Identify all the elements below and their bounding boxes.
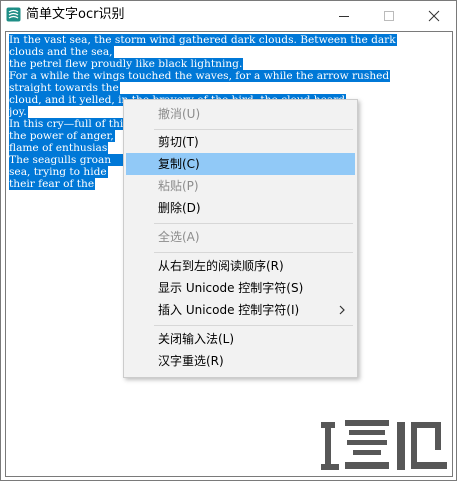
text-line: straight towards the [9, 82, 441, 94]
close-icon [428, 10, 439, 21]
selected-text: their fear of the [9, 178, 96, 190]
menu-item-label: 插入 Unicode 控制字符(I) [158, 303, 300, 317]
menu-item-close-ime[interactable]: 关闭输入法(L) [126, 328, 355, 350]
text-line: For a while the wings touched the waves,… [9, 70, 441, 82]
title-bar[interactable]: 简单文字ocr识别 [1, 1, 456, 30]
site-watermark-logo-icon [321, 420, 447, 470]
menu-item-label: 汉字重选(R) [158, 354, 224, 368]
chevron-right-icon [339, 305, 345, 315]
menu-item-insert-unicode-control[interactable]: 插入 Unicode 控制字符(I) [126, 299, 355, 321]
menu-item-label: 全选(A) [158, 230, 200, 244]
close-button[interactable] [411, 1, 456, 30]
menu-item-rtl-reading-order[interactable]: 从右到左的阅读顺序(R) [126, 255, 355, 277]
selected-text: sea, trying to hide [9, 166, 108, 178]
selected-text: clouds and the sea, [9, 46, 114, 58]
selected-text: In the vast sea, the storm wind gathered… [9, 34, 397, 46]
window-title: 简单文字ocr识别 [26, 7, 125, 22]
maximize-icon [383, 10, 394, 21]
app-logo-icon [6, 7, 21, 22]
menu-item-copy[interactable]: 复制(C) [126, 153, 355, 175]
menu-separator [154, 252, 353, 253]
menu-item-label: 粘贴(P) [158, 179, 199, 193]
selected-text: the power of anger, [9, 130, 115, 142]
menu-separator [154, 223, 353, 224]
text-line: clouds and the sea, [9, 46, 441, 58]
menu-item-label: 显示 Unicode 控制字符(S) [158, 281, 304, 295]
minimize-button[interactable] [321, 1, 366, 30]
menu-item-label: 从右到左的阅读顺序(R) [158, 259, 284, 273]
selected-text: the petrel flew proudly like black light… [9, 58, 244, 70]
selected-text: straight towards the [9, 82, 120, 94]
menu-separator [154, 325, 353, 326]
menu-item-label: 关闭输入法(L) [158, 332, 235, 346]
menu-item-reconversion[interactable]: 汉字重选(R) [126, 350, 355, 372]
menu-item-delete[interactable]: 删除(D) [126, 197, 355, 219]
menu-item-label: 复制(C) [158, 157, 200, 171]
menu-item-label: 删除(D) [158, 201, 201, 215]
menu-item-label: 剪切(T) [158, 135, 199, 149]
menu-item-undo[interactable]: 撤消(U) [126, 103, 355, 125]
text-line: In the vast sea, the storm wind gathered… [9, 34, 441, 46]
selected-text: flame of enthusias [9, 142, 109, 154]
menu-item-select-all[interactable]: 全选(A) [126, 226, 355, 248]
menu-item-show-unicode-control[interactable]: 显示 Unicode 控制字符(S) [126, 277, 355, 299]
selected-text: joy. [9, 106, 28, 118]
menu-item-paste[interactable]: 粘贴(P) [126, 175, 355, 197]
selected-text: For a while the wings touched the waves,… [9, 70, 391, 82]
menu-item-label: 撤消(U) [158, 107, 201, 121]
maximize-button[interactable] [366, 1, 411, 30]
context-menu: 撤消(U) 剪切(T) 复制(C) 粘贴(P) 删除(D) 全选(A) 从右到左… [123, 99, 358, 378]
minimize-icon [338, 15, 349, 17]
menu-item-cut[interactable]: 剪切(T) [126, 131, 355, 153]
text-line: the petrel flew proudly like black light… [9, 58, 441, 70]
menu-separator [154, 129, 353, 130]
app-window: 简单文字ocr识别 In the vast sea, the storm win… [0, 0, 457, 481]
